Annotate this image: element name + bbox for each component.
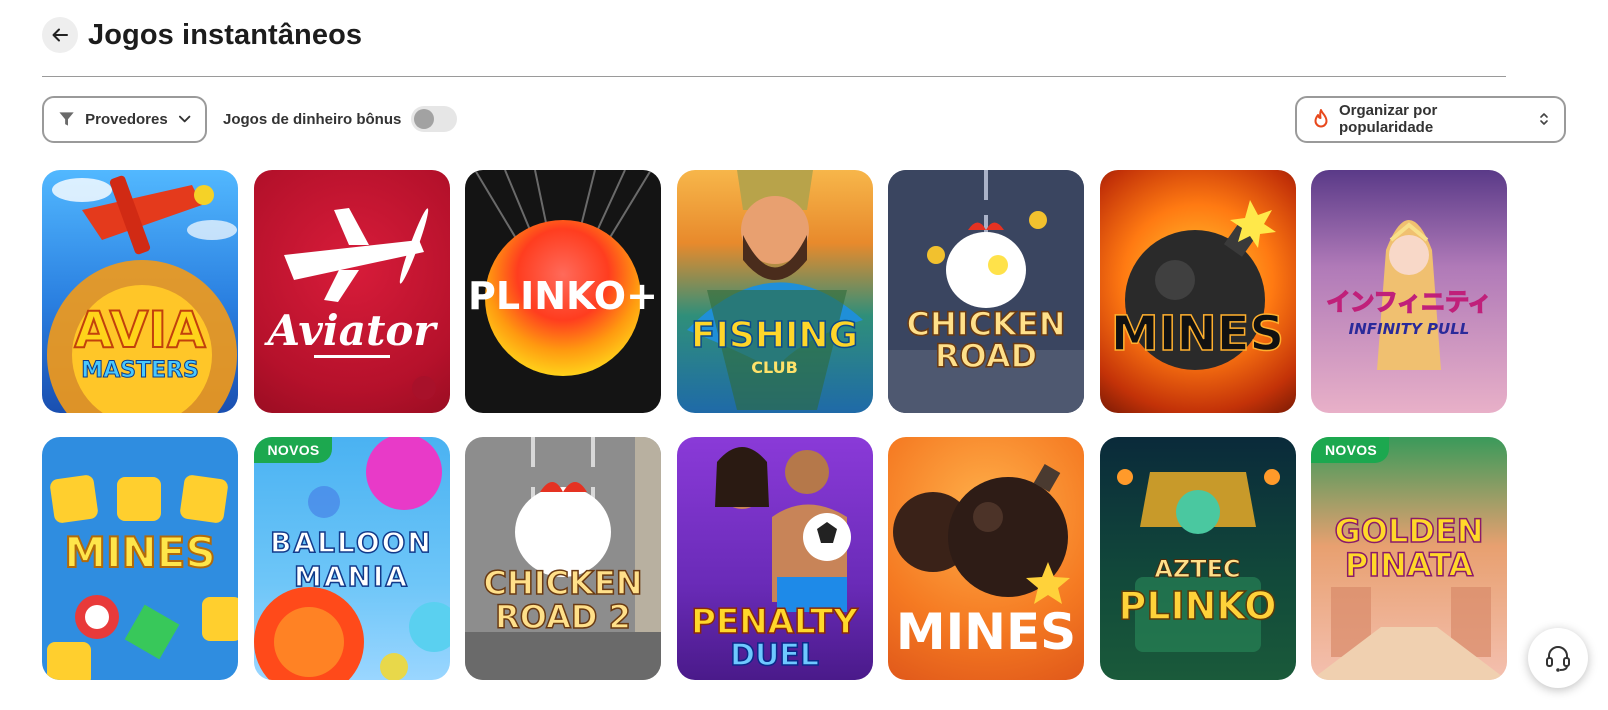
game-subtitle: INFINITY PULL: [1348, 320, 1470, 338]
game-tile[interactable]: CHICKEN ROAD: [888, 170, 1084, 413]
game-title: AZTEC: [1154, 555, 1241, 583]
flame-icon: [1314, 109, 1328, 128]
game-tile[interactable]: AZTEC PLINKO: [1099, 437, 1296, 680]
game-title: MINES: [63, 528, 217, 577]
filter-icon: [59, 112, 74, 126]
bonus-money-toggle[interactable]: [411, 106, 458, 132]
game-subtitle: ROAD: [934, 337, 1038, 375]
game-subtitle: ROAD 2: [494, 598, 631, 636]
filter-toolbar: Provedores Jogos de dinheiro bônus Organ…: [42, 95, 1566, 143]
game-title: FISHING: [690, 315, 859, 356]
game-title: Aviator: [267, 306, 436, 355]
game-artwork: [465, 437, 661, 680]
game-title: BALLOON: [269, 526, 433, 559]
page-title: Jogos instantâneos: [88, 18, 363, 51]
game-tile[interactable]: NOVOS GOLDEN PINATA: [1311, 437, 1507, 680]
chevron-down-icon: [178, 115, 191, 123]
header-divider: [42, 76, 1506, 77]
game-artwork: [283, 208, 436, 400]
back-button[interactable]: [42, 17, 78, 53]
game-tile[interactable]: AVIA MASTERS: [42, 170, 238, 413]
game-tile[interactable]: MINES: [888, 437, 1084, 680]
game-subtitle: CLUB: [751, 358, 798, 377]
game-title: インフィニティ: [1326, 288, 1493, 316]
game-tile[interactable]: CHICKEN ROAD 2: [465, 437, 661, 680]
game-title: MINES: [1110, 306, 1285, 362]
arrow-left-icon: [52, 28, 68, 42]
game-title: CHICKEN: [483, 564, 644, 602]
toggle-knob: [414, 109, 435, 129]
headset-icon: [1546, 646, 1570, 672]
game-title: GOLDEN: [1334, 512, 1485, 550]
game-subtitle: PLINKO: [1118, 584, 1278, 628]
game-subtitle: MASTERS: [81, 358, 200, 383]
game-title: PLINKO+: [468, 274, 658, 318]
page: Jogos instantâneos Provedores Jogos de d…: [0, 0, 1608, 710]
game-subtitle: MANIA: [293, 560, 410, 593]
game-tile[interactable]: MINES: [1099, 170, 1296, 413]
game-tile[interactable]: NOVOS BALLOON MANIA: [253, 437, 450, 680]
game-tile[interactable]: PENALTY DUEL: [676, 437, 873, 680]
game-tile[interactable]: FISHING CLUB: [676, 170, 873, 413]
game-tile[interactable]: インフィニティ INFINITY PULL: [1311, 170, 1507, 413]
page-header: Jogos instantâneos: [42, 0, 1566, 70]
game-artwork: [888, 170, 1084, 413]
sort-updown-icon: [1540, 113, 1548, 125]
sort-label: Organizar por popularidade: [1339, 102, 1438, 136]
sort-dropdown[interactable]: Organizar por popularidade: [1295, 95, 1566, 143]
game-title: MINES: [895, 603, 1077, 661]
support-chat-button[interactable]: [1528, 628, 1588, 688]
game-tile[interactable]: Aviator: [253, 170, 450, 413]
providers-label: Provedores: [85, 110, 168, 128]
game-subtitle: DUEL: [729, 638, 819, 673]
bonus-money-label: Jogos de dinheiro bônus: [223, 110, 402, 128]
game-tile[interactable]: PLINKO+: [465, 170, 661, 413]
game-subtitle: PINATA: [1344, 546, 1474, 584]
new-badge: NOVOS: [253, 437, 332, 463]
game-artwork: [1124, 200, 1276, 370]
providers-dropdown[interactable]: Provedores: [42, 95, 207, 143]
game-title: AVIA: [73, 301, 206, 359]
new-badge: NOVOS: [1311, 437, 1390, 463]
game-title: PENALTY: [690, 602, 858, 642]
games-grid: AVIA MASTERS Aviator PLINKO+ FISHING CLU…: [42, 170, 1566, 680]
game-title: CHICKEN: [906, 305, 1067, 343]
game-tile[interactable]: MINES: [42, 437, 238, 680]
